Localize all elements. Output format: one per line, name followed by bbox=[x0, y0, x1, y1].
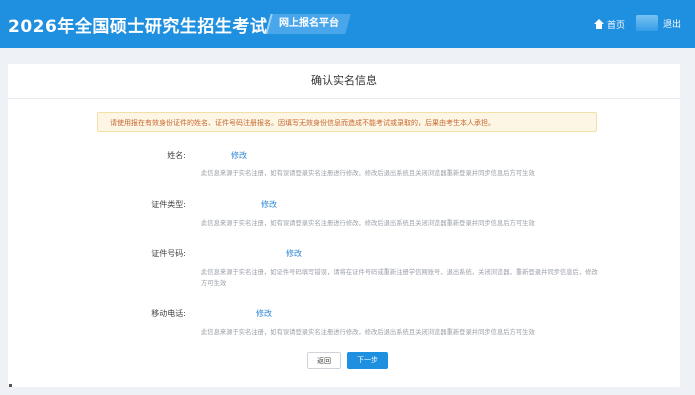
warning-notice: 请使用报在有效身份证件的姓名、证件号码注册报名。因填写无效身份信息而造成不能考试… bbox=[97, 112, 597, 132]
platform-tag: 网上报名平台 bbox=[265, 14, 351, 34]
field-note-name: 此信息来源于实名注册，如有误请登录实名注册进行修改，修改后退出系统且关闭浏览器重… bbox=[201, 170, 535, 177]
back-button[interactable]: 返回 bbox=[307, 352, 341, 369]
home-link[interactable]: 首页 bbox=[594, 17, 625, 31]
page-title: 确认实名信息 bbox=[311, 74, 377, 87]
home-icon bbox=[594, 19, 604, 29]
edit-mobile-link[interactable]: 修改 bbox=[256, 308, 272, 319]
corner-marker bbox=[9, 384, 12, 387]
field-note-id-number: 此信息来源于实名注册，如证件号码填写错误，请将在证件号码或重新注册学信网账号，退… bbox=[201, 269, 598, 287]
confirm-realname-card: 确认实名信息 请使用报在有效身份证件的姓名、证件号码注册报名。因填写无效身份信息… bbox=[8, 64, 680, 387]
field-label-name: 姓名: bbox=[167, 151, 186, 160]
top-header: 2026年全国硕士研究生招生考试 网上报名平台 首页 退出 bbox=[0, 0, 695, 48]
next-button[interactable]: 下一步 bbox=[347, 352, 388, 369]
edit-id-number-link[interactable]: 修改 bbox=[286, 248, 302, 259]
app-title: 2026年全国硕士研究生招生考试 bbox=[8, 17, 268, 37]
edit-id-type-link[interactable]: 修改 bbox=[261, 199, 277, 210]
field-label-id-type: 证件类型: bbox=[151, 200, 186, 209]
edit-name-link[interactable]: 修改 bbox=[231, 150, 247, 161]
field-label-id-number: 证件号码: bbox=[151, 249, 186, 258]
field-note-mobile: 此信息来源于实名注册，如有误请登录实名注册进行修改，修改后退出系统且关闭浏览器重… bbox=[201, 329, 535, 336]
logout-link[interactable]: 退出 bbox=[663, 17, 681, 30]
home-label: 首页 bbox=[607, 20, 626, 31]
title-divider bbox=[8, 98, 680, 99]
platform-tag-label: 网上报名平台 bbox=[279, 18, 339, 29]
field-label-mobile: 移动电话: bbox=[151, 309, 186, 318]
user-avatar[interactable] bbox=[636, 15, 658, 31]
field-note-id-type: 此信息来源于实名注册，如有误请登录实名注册进行修改，修改后退出系统且关闭浏览器重… bbox=[201, 220, 535, 227]
